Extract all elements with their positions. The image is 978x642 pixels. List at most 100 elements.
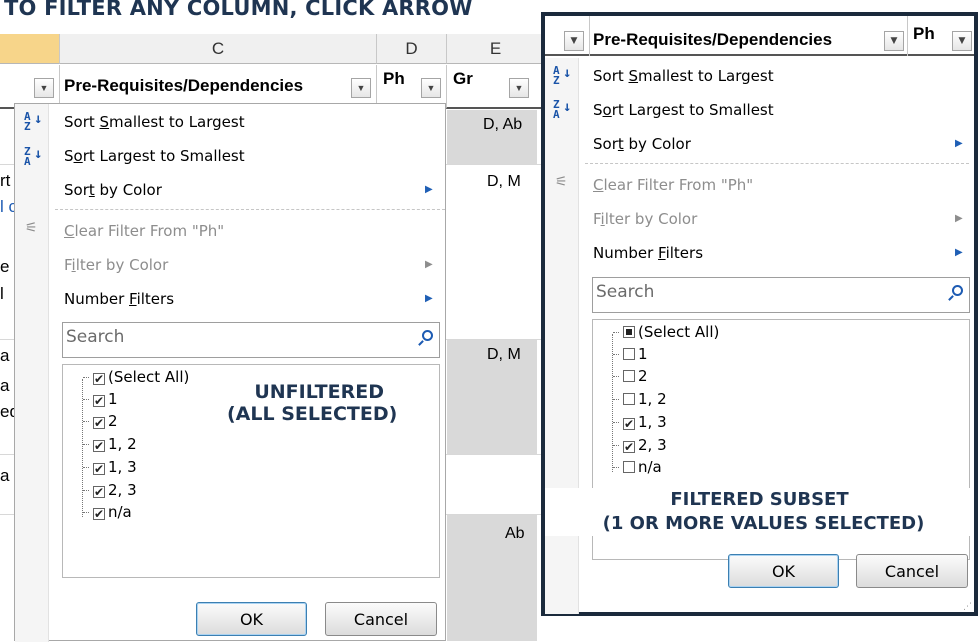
filtered-header-row: ▼ Pre-Requisites/Dependencies ▼ Ph ▼ xyxy=(545,16,974,56)
column-divider xyxy=(907,16,908,56)
filter-dropdown-d-filtered[interactable]: ▼ xyxy=(952,31,972,51)
checklist-item[interactable]: ✔ 1, 2 xyxy=(83,435,137,453)
search-icon xyxy=(952,285,963,296)
submenu-arrow-icon: ▶ xyxy=(955,213,963,224)
search-input[interactable]: Search xyxy=(62,322,440,358)
checkbox-unchecked[interactable] xyxy=(623,370,635,382)
ok-button[interactable]: OK xyxy=(196,602,307,636)
clear-filter-icon: ⚟ xyxy=(25,220,38,236)
submenu-arrow-icon: ▶ xyxy=(955,138,963,149)
filter-dropdown-e[interactable]: ▼ xyxy=(509,78,529,98)
filter-by-color-item[interactable]: Filter by Color xyxy=(593,210,697,228)
resize-grip-icon[interactable]: ⋰ xyxy=(963,602,972,612)
cell-e-value[interactable]: Ab xyxy=(505,525,525,543)
checklist-item[interactable]: ✔ 2 xyxy=(83,412,118,430)
checkbox-checked[interactable]: ✔ xyxy=(93,395,105,407)
checkbox-checked[interactable]: ✔ xyxy=(93,508,105,520)
menu-separator xyxy=(55,209,445,210)
checklist-item[interactable]: 2 xyxy=(613,367,648,385)
ok-button[interactable]: OK xyxy=(728,554,839,588)
cancel-button[interactable]: Cancel xyxy=(325,602,437,636)
submenu-arrow-icon: ▶ xyxy=(425,184,433,195)
cell-e-value[interactable]: D, M xyxy=(487,173,521,191)
submenu-arrow-icon: ▶ xyxy=(955,247,963,258)
sort-ascending-item[interactable]: Sort Smallest to Largest xyxy=(64,113,245,131)
clear-filter-icon: ⚟ xyxy=(555,174,568,190)
filter-dropdown-b[interactable]: ▼ xyxy=(34,78,54,98)
sort-descending-icon: Z A ↓ xyxy=(24,145,43,168)
checklist-item[interactable]: 1 xyxy=(613,345,648,363)
search-placeholder: Search xyxy=(596,282,655,302)
sort-descending-item[interactable]: Sort Largest to Smallest xyxy=(593,101,774,119)
checklist-item-select-all[interactable]: (Select All) xyxy=(613,323,719,341)
cell-fragment: e xyxy=(0,257,10,276)
number-filters-item[interactable]: Number Filters xyxy=(64,290,174,308)
filter-menu-unfiltered: A Z ↓ Sort Smallest to Largest Z A ↓ Sort La… xyxy=(14,103,446,642)
annotation-unfiltered: UNFILTERED (ALL SELECTED) xyxy=(227,381,398,425)
page-title: TO FILTER ANY COLUMN, CLICK ARROW xyxy=(4,0,473,20)
checklist-item[interactable]: ✔ 1, 3 xyxy=(613,413,667,431)
filter-menu-filtered-frame: ▼ Pre-Requisites/Dependencies ▼ Ph ▼ A Z ↓… xyxy=(541,12,978,616)
submenu-arrow-icon: ▶ xyxy=(425,259,433,270)
cell-e-value[interactable]: D, M xyxy=(487,346,521,364)
header-label-d: Ph xyxy=(913,24,935,43)
cell-fragment: l xyxy=(0,284,4,303)
menu-icon-gutter xyxy=(15,104,49,642)
checklist-item[interactable]: ✔ 2, 3 xyxy=(83,481,137,499)
cell-fragment: a xyxy=(0,346,10,365)
checkbox-checked[interactable]: ✔ xyxy=(623,418,635,430)
checklist-item[interactable]: n/a xyxy=(613,458,662,476)
filter-dropdown-d[interactable]: ▼ xyxy=(421,78,441,98)
cell-fragment: a xyxy=(0,376,10,395)
submenu-arrow-icon: ▶ xyxy=(425,293,433,304)
header-label-c: Pre-Requisites/Dependencies xyxy=(593,30,833,49)
search-placeholder: Search xyxy=(66,327,125,347)
checkbox-unchecked[interactable] xyxy=(623,348,635,360)
sort-ascending-item[interactable]: Sort Smallest to Largest xyxy=(593,67,774,85)
checkbox-unchecked[interactable] xyxy=(623,393,635,405)
checkbox-unchecked[interactable] xyxy=(623,461,635,473)
column-header-d[interactable]: D xyxy=(377,34,447,64)
checkbox-checked[interactable]: ✔ xyxy=(93,486,105,498)
clear-filter-item[interactable]: Clear Filter From "Ph" xyxy=(64,222,224,240)
cell-e-value[interactable]: D, Ab xyxy=(483,116,522,134)
column-header-b[interactable] xyxy=(0,34,60,64)
search-icon xyxy=(422,330,433,341)
cell-fragment: a xyxy=(0,466,10,485)
annotation-filtered: FILTERED SUBSET (1 OR MORE VALUES SELECT… xyxy=(545,488,974,536)
sort-descending-item[interactable]: Sort Largest to Smallest xyxy=(64,147,245,165)
filter-dropdown-b[interactable]: ▼ xyxy=(564,31,584,51)
cancel-button[interactable]: Cancel xyxy=(856,554,968,588)
column-header-c[interactable]: C xyxy=(60,34,377,64)
sort-ascending-icon: A Z ↓ xyxy=(553,64,572,87)
checkbox-checked[interactable]: ✔ xyxy=(93,417,105,429)
checkbox-checked[interactable]: ✔ xyxy=(93,463,105,475)
checklist-item[interactable]: ✔ n/a xyxy=(83,503,132,521)
number-filters-item[interactable]: Number Filters xyxy=(593,244,703,262)
checklist-item-select-all[interactable]: ✔ (Select All) xyxy=(83,368,189,386)
checklist-item[interactable]: ✔ 2, 3 xyxy=(613,436,667,454)
filter-dropdown-c[interactable]: ▼ xyxy=(884,31,904,51)
sort-descending-icon: Z A ↓ xyxy=(553,98,572,121)
header-label-e: Gr xyxy=(453,69,473,88)
sort-by-color-item[interactable]: Sort by Color xyxy=(64,181,162,199)
header-cell-e[interactable]: Gr ▼ xyxy=(447,65,545,109)
values-checklist: ✔ (Select All) ✔ 1 ✔ 2 ✔ 1, 2 ✔ 1, 3 ✔ 2, 3 ✔ n… xyxy=(62,364,440,578)
header-label-c: Pre-Requisites/Dependencies xyxy=(64,76,304,95)
column-header-e[interactable]: E xyxy=(447,34,545,64)
sort-by-color-item[interactable]: Sort by Color xyxy=(593,135,691,153)
filter-by-color-item[interactable]: Filter by Color xyxy=(64,256,168,274)
checkbox-checked[interactable]: ✔ xyxy=(93,373,105,385)
menu-separator xyxy=(585,163,969,164)
checkbox-checked[interactable]: ✔ xyxy=(93,440,105,452)
column-divider xyxy=(589,16,590,56)
checklist-item[interactable]: 1, 2 xyxy=(613,390,667,408)
cell-fragment: rt xyxy=(0,171,11,190)
clear-filter-item[interactable]: Clear Filter From "Ph" xyxy=(593,176,753,194)
checkbox-checked[interactable]: ✔ xyxy=(623,441,635,453)
checkbox-partial[interactable] xyxy=(623,326,635,338)
search-input[interactable]: Search xyxy=(592,277,970,313)
filter-dropdown-c[interactable]: ▼ xyxy=(351,78,371,98)
checklist-item[interactable]: ✔ 1, 3 xyxy=(83,458,137,476)
checklist-item[interactable]: ✔ 1 xyxy=(83,390,118,408)
